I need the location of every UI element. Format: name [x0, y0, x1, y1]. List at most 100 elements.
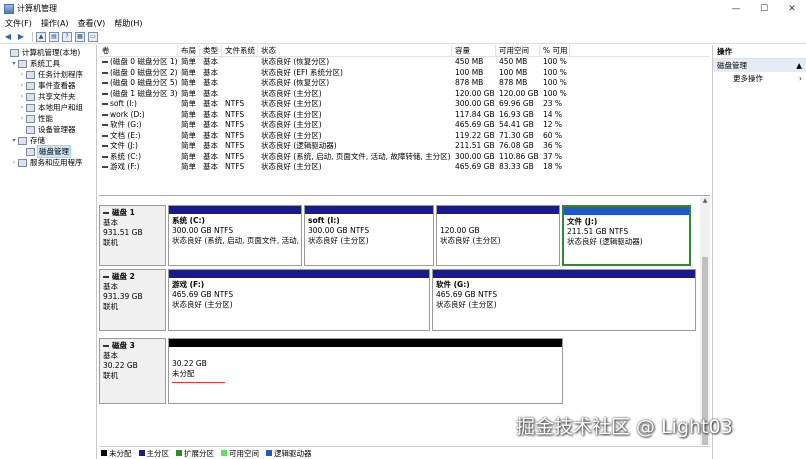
table-row[interactable]: 文件 (J:) 简单 基本 NTFS 状态良好 (逻辑驱动器) 211.51 GB 76.0…: [99, 141, 710, 152]
partition-size: 300.00 GB NTFS: [308, 226, 370, 235]
table-row[interactable]: 游戏 (F:) 简单 基本 NTFS 状态良好 (主分区) 465.69 GB 83.33 …: [99, 162, 710, 173]
column-volume[interactable]: 卷: [99, 45, 178, 56]
partition-name: 系统 (C:): [172, 216, 205, 225]
disk-size: 931.51 GB: [103, 228, 143, 237]
cell-percent-free: 37 %: [543, 151, 563, 161]
disk-size: 931.39 GB: [103, 292, 143, 301]
expand-arrow-icon[interactable]: ›: [18, 93, 26, 100]
menu-view[interactable]: 查看(V): [73, 18, 110, 29]
table-row[interactable]: (磁盘 0 磁盘分区 2) 简单 基本 状态良好 (EFI 系统分区) 100 MB 10…: [99, 68, 710, 79]
partition-block[interactable]: 文件 (J:) 211.51 GB NTFS 状态良好 (逻辑驱动器): [562, 205, 691, 266]
cell-status: 状态良好 (恢复分区): [261, 57, 330, 66]
volume-name: 系统 (C:): [110, 151, 141, 161]
submenu-arrow-icon: ›: [799, 74, 802, 83]
partition-block[interactable]: soft (I:) 300.00 GB NTFS 状态良好 (主分区): [304, 205, 434, 266]
volume-name: 文件 (J:): [110, 141, 138, 150]
partition-block[interactable]: 软件 (G:) 465.69 GB NTFS 状态良好 (主分区): [432, 269, 696, 331]
cell-free-space: 71.30 GB: [499, 130, 534, 140]
table-row[interactable]: 软件 (G:) 简单 基本 NTFS 状态良好 (主分区) 465.69 GB 54.41 …: [99, 120, 710, 131]
tree-item-label: 设备管理器: [38, 125, 76, 134]
tree-item[interactable]: › 任务计划程序: [0, 69, 96, 80]
cell-layout: 简单: [181, 109, 196, 119]
column-filesystem[interactable]: 文件系统: [222, 45, 258, 56]
tree-item[interactable]: 设备管理器: [0, 124, 96, 135]
minimize-button[interactable]: —: [722, 0, 750, 17]
column-type[interactable]: 类型: [200, 45, 222, 56]
maximize-button[interactable]: ☐: [750, 0, 778, 17]
table-row[interactable]: (磁盘 0 磁盘分区 1) 简单 基本 状态良好 (恢复分区) 450 MB 450 MB…: [99, 57, 710, 68]
partition-size: 465.69 GB NTFS: [172, 290, 234, 299]
tree-item[interactable]: › 服务和应用程序: [0, 157, 96, 168]
column-layout[interactable]: 布局: [178, 45, 200, 56]
up-folder-icon[interactable]: ▲: [36, 31, 46, 42]
tree-item[interactable]: › 事件查看器: [0, 80, 96, 91]
table-row[interactable]: soft (I:) 简单 基本 NTFS 状态良好 (主分区) 300.00 GB 69.9…: [99, 99, 710, 110]
disk-size: 30.22 GB: [103, 361, 138, 370]
expand-arrow-icon[interactable]: ›: [18, 71, 26, 78]
partition-block[interactable]: 系统 (C:) 300.00 GB NTFS 状态良好 (系统, 启动, 页面文件,…: [168, 205, 302, 266]
cell-volume: 系统 (C:): [99, 152, 178, 163]
collapse-arrow-icon[interactable]: ▲: [796, 59, 802, 72]
menu-file[interactable]: 文件(F): [0, 18, 36, 29]
disk-info[interactable]: 磁盘 2 基本 931.39 GB 联机: [99, 269, 166, 331]
table-row[interactable]: 文档 (E:) 简单 基本 NTFS 状态良好 (主分区) 119.22 GB 71.30 …: [99, 131, 710, 142]
table-row[interactable]: 系统 (C:) 简单 基本 NTFS 状态良好 (系统, 启动, 页面文件, 活动, 故…: [99, 152, 710, 163]
expand-arrow-icon[interactable]: ▾: [10, 137, 18, 144]
cell-filesystem: NTFS: [225, 151, 245, 161]
column-capacity[interactable]: 容量: [452, 45, 496, 56]
disk-type: 基本: [103, 218, 118, 227]
table-row[interactable]: (磁盘 0 磁盘分区 5) 简单 基本 状态良好 (恢复分区) 878 MB 878 MB…: [99, 78, 710, 89]
partition-status: 状态良好 (逻辑驱动器): [567, 237, 643, 246]
cell-capacity: 450 MB: [455, 57, 484, 66]
close-button[interactable]: ✕: [778, 0, 806, 17]
tree-item[interactable]: › 本地用户和组: [0, 102, 96, 113]
disk-name-label: 磁盘 3: [112, 341, 135, 350]
expand-arrow-icon[interactable]: ›: [18, 115, 26, 122]
expand-arrow-icon[interactable]: ›: [18, 82, 26, 89]
volume-icon: [102, 155, 108, 158]
table-row[interactable]: work (D:) 简单 基本 NTFS 状态良好 (主分区) 117.84 GB 16.9…: [99, 110, 710, 121]
tree-item-label: 共享文件夹: [38, 92, 76, 101]
actions-section-disk-management[interactable]: 磁盘管理 ▲: [713, 59, 806, 72]
tree-node-icon: [26, 147, 35, 156]
column-status[interactable]: 状态: [258, 45, 452, 56]
expand-arrow-icon[interactable]: ›: [18, 104, 26, 111]
cell-volume: 文档 (E:): [99, 131, 178, 142]
cell-free-space: 100 MB: [499, 67, 528, 77]
back-arrow-icon[interactable]: ◀: [3, 32, 13, 42]
help-icon[interactable]: ?: [62, 31, 72, 42]
cell-filesystem: NTFS: [225, 130, 245, 140]
partition-status: 状态良好 (主分区): [308, 236, 369, 245]
cell-layout: 简单: [181, 120, 196, 129]
tree-item[interactable]: › 性能: [0, 113, 96, 124]
menu-help[interactable]: 帮助(H): [109, 18, 146, 29]
partition-block[interactable]: 30.22 GB 未分配: [168, 338, 563, 404]
tree-item[interactable]: › 共享文件夹: [0, 91, 96, 102]
tree-item[interactable]: ▾ 系统工具: [0, 58, 96, 69]
partition-block[interactable]: 120.00 GB 状态良好 (主分区): [436, 205, 560, 266]
disk-partitions: 系统 (C:) 300.00 GB NTFS 状态良好 (系统, 启动, 页面文件,…: [168, 205, 693, 266]
expand-arrow-icon[interactable]: ▾: [10, 60, 18, 67]
volume-icon: [102, 166, 108, 168]
cell-type: 基本: [203, 78, 218, 87]
console-icon[interactable]: ▭: [88, 31, 98, 42]
disk-view-scrollbar[interactable]: ▲: [700, 197, 710, 445]
volume-list-rows: (磁盘 0 磁盘分区 1) 简单 基本 状态良好 (恢复分区) 450 MB 450 MB…: [99, 57, 710, 173]
show-hide-tree-icon[interactable]: ▤: [49, 31, 59, 42]
tree-item[interactable]: 计算机管理(本地): [0, 47, 96, 58]
disk-partitions: 30.22 GB 未分配: [168, 338, 565, 404]
partition-block[interactable]: 游戏 (F:) 465.69 GB NTFS 状态良好 (主分区): [168, 269, 430, 331]
disk-info[interactable]: 磁盘 3 基本 30.22 GB 联机: [99, 338, 166, 404]
column-free-space[interactable]: 可用空间: [496, 45, 540, 56]
column-percent-free[interactable]: % 可用: [540, 45, 570, 56]
more-actions-item[interactable]: 更多操作 ›: [713, 72, 806, 85]
tree-item[interactable]: 磁盘管理: [0, 145, 96, 158]
properties-icon[interactable]: ▦: [75, 31, 85, 42]
menu-action[interactable]: 操作(A): [36, 18, 73, 29]
forward-arrow-icon[interactable]: ▶: [16, 32, 26, 42]
disk-info[interactable]: 磁盘 1 基本 931.51 GB 联机: [99, 205, 166, 266]
expand-arrow-icon[interactable]: ›: [10, 159, 18, 166]
table-row[interactable]: (磁盘 1 磁盘分区 3) 简单 基本 状态良好 (主分区) 120.00 GB 120.…: [99, 89, 710, 100]
scroll-up-icon[interactable]: ▲: [700, 197, 710, 204]
partition-type-band: [564, 207, 689, 215]
